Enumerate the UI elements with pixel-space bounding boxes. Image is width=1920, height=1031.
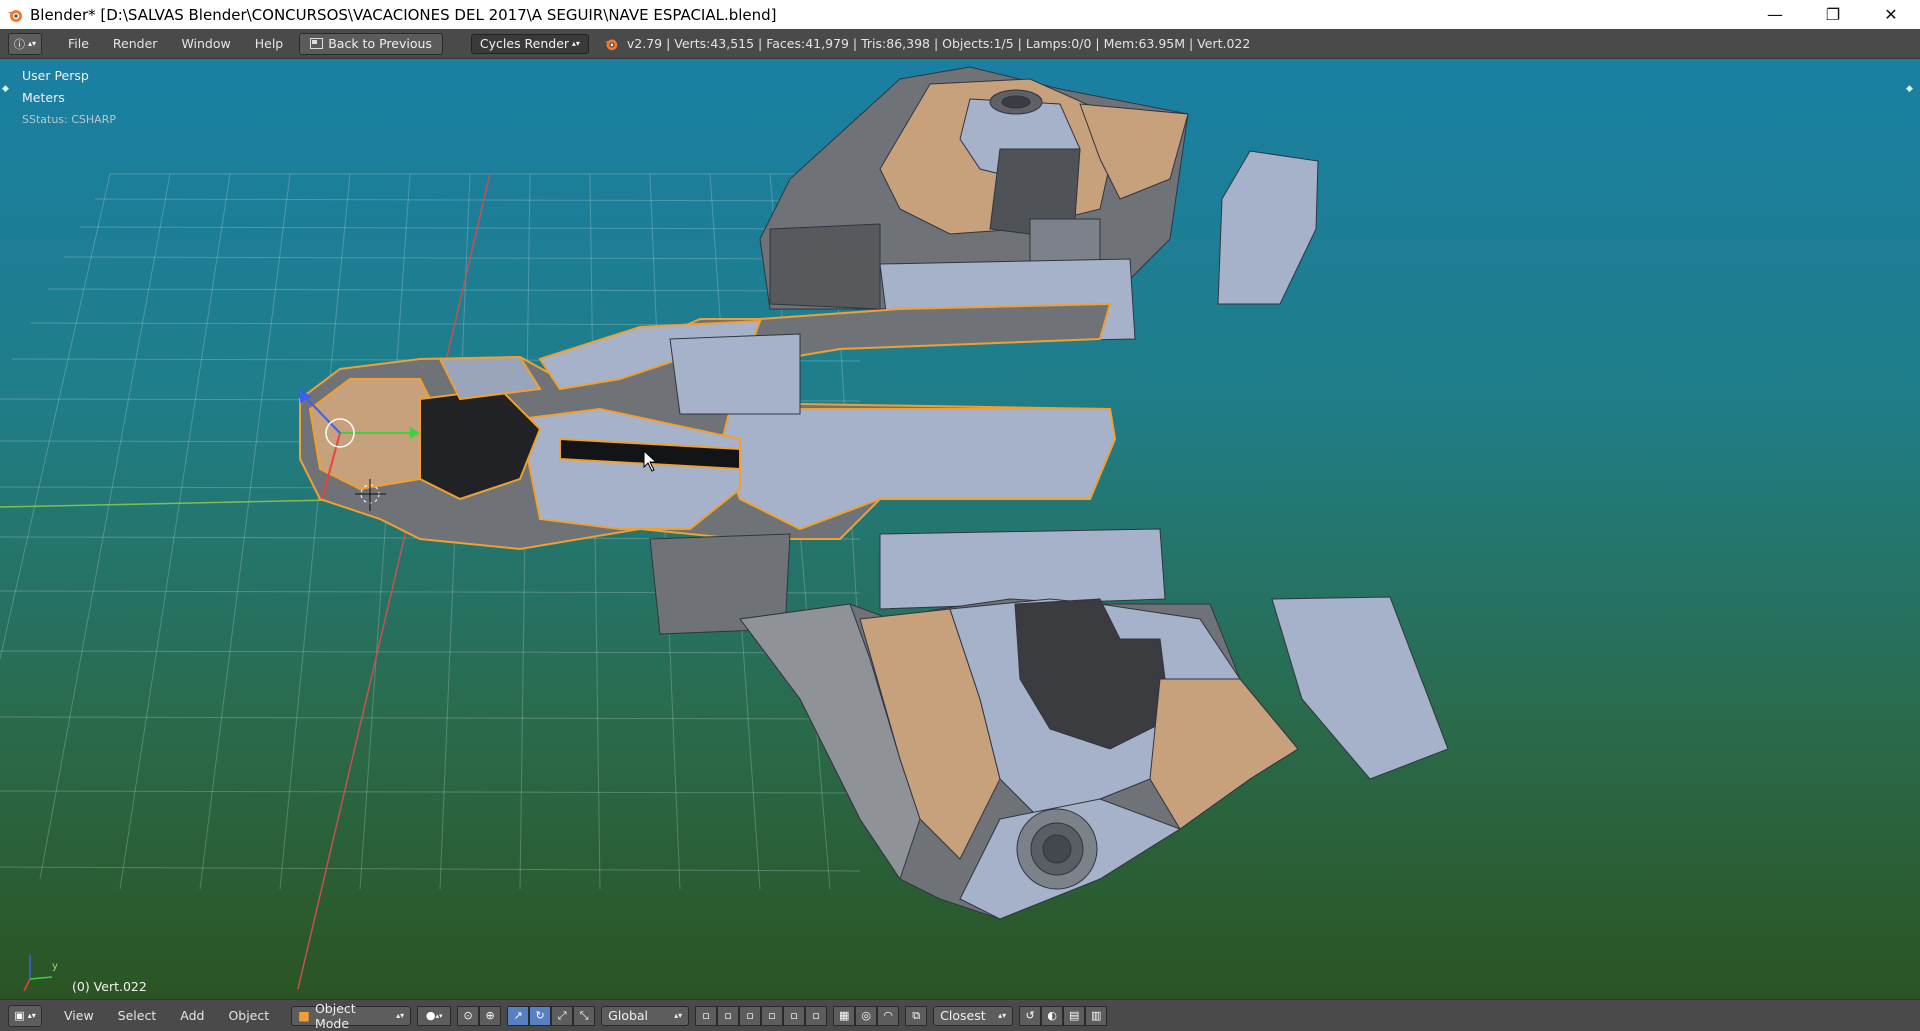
back-to-previous-button[interactable]: Back to Previous	[299, 32, 443, 55]
active-object-label: (0) Vert.022	[72, 979, 147, 994]
snap-toggle-icon[interactable]: ⧉	[905, 1005, 928, 1026]
lower-wing	[739, 528, 1449, 920]
y-axis-line	[297, 173, 491, 990]
proportional-edit-icon[interactable]: ◎	[855, 1005, 878, 1026]
fuselage-block	[669, 333, 801, 415]
layer-button[interactable]: ▫	[717, 1005, 740, 1026]
snap-align-rotation-icon[interactable]: ↺	[1019, 1005, 1042, 1026]
lock-camera-icon[interactable]: ▦	[833, 1005, 856, 1026]
back-to-previous-label: Back to Previous	[328, 36, 432, 51]
blender-logo-icon	[8, 9, 22, 22]
rotate-manipulator-icon[interactable]: ↻	[529, 1005, 552, 1026]
snap-target-dropdown[interactable]: Closest ▴▾	[933, 1005, 1014, 1026]
scene-render	[0, 66, 1449, 992]
info-icon: ⓘ	[13, 37, 25, 51]
menu-select[interactable]: Select	[106, 1008, 169, 1023]
3d-viewport[interactable]: User Persp Meters SStatus: CSHARP (0) Ve…	[0, 59, 1920, 999]
menu-window[interactable]: Window	[169, 36, 242, 51]
render-engine-dropdown[interactable]: Cycles Render ▴▾	[470, 33, 589, 54]
render-engine-value: Cycles Render	[479, 36, 570, 51]
layer-button[interactable]: ▫	[739, 1005, 762, 1026]
blender-logo-icon	[604, 39, 618, 50]
object-cube-icon: ■	[298, 1008, 310, 1023]
transform-orientation-dropdown[interactable]: Global ▴▾	[601, 1005, 690, 1026]
3d-view-icon: ▣	[14, 1009, 25, 1022]
transform-orientation-icon[interactable]: ⤡	[573, 1005, 596, 1026]
scale-manipulator-icon[interactable]: ⤢	[551, 1005, 574, 1026]
menu-add[interactable]: Add	[168, 1008, 216, 1023]
menu-help[interactable]: Help	[243, 36, 296, 51]
layer-button[interactable]: ▫	[695, 1005, 718, 1026]
close-icon[interactable]: ✕	[1862, 0, 1920, 29]
properties-toggle-icon[interactable]: ◆	[1906, 84, 1916, 94]
updown-arrows-icon: ▴▾	[571, 39, 580, 48]
restore-icon[interactable]: ❐	[1804, 0, 1862, 29]
pivot-point-icon[interactable]: ⊙	[457, 1005, 480, 1026]
viewport-header: ▣ ▴▾ View Select Add Object ■ Object Mod…	[0, 999, 1920, 1031]
axis-y-label: y	[52, 961, 58, 972]
snap-project-icon[interactable]: ◐	[1041, 1005, 1064, 1026]
toolshelf-toggle-icon[interactable]: ◆	[2, 84, 12, 94]
editor-type-selector[interactable]: ⓘ ▴▾	[8, 32, 42, 55]
manipulator-toggle-icon[interactable]: ⊕	[479, 1005, 502, 1026]
menu-render[interactable]: Render	[101, 36, 170, 51]
layer-button[interactable]: ▫	[805, 1005, 828, 1026]
status-label: SStatus: CSHARP	[22, 113, 116, 126]
layer-button[interactable]: ▫	[761, 1005, 784, 1026]
units-label: Meters	[22, 90, 65, 105]
solid-sphere-icon: ●	[425, 1009, 436, 1022]
window-title-bar: Blender* [D:\SALVAS Blender\CONCURSOS\VA…	[0, 0, 1920, 29]
render-icon[interactable]: ▤	[1063, 1005, 1086, 1026]
translate-manipulator-icon[interactable]: ↗	[507, 1005, 530, 1026]
screen-back-icon	[310, 38, 324, 49]
mode-value: Object Mode	[314, 1000, 356, 1031]
render-animation-icon[interactable]: ▥	[1085, 1005, 1108, 1026]
info-header: ⓘ ▴▾ File Render Window Help Back to Pre…	[0, 29, 1920, 59]
proportional-falloff-icon[interactable]: ◠	[877, 1005, 900, 1026]
window-title: Blender* [D:\SALVAS Blender\CONCURSOS\VA…	[30, 5, 777, 24]
interaction-mode-dropdown[interactable]: ■ Object Mode ▴▾	[291, 1001, 412, 1031]
orientation-value: Global	[608, 1008, 649, 1023]
menu-view[interactable]: View	[52, 1008, 106, 1023]
menu-file[interactable]: File	[56, 36, 101, 51]
upper-wing	[759, 66, 1319, 345]
scene-statistics: v2.79 | Verts:43,515 | Faces:41,979 | Tr…	[626, 36, 1251, 51]
snap-target-value: Closest	[940, 1008, 986, 1023]
view-axes-icon	[23, 955, 53, 992]
layer-button[interactable]: ▫	[783, 1005, 806, 1026]
menu-object[interactable]: Object	[216, 1008, 281, 1023]
viewport-shading-dropdown[interactable]: ● ▴▾	[417, 1005, 452, 1026]
view-name-label: User Persp	[22, 68, 89, 83]
editor-type-selector[interactable]: ▣ ▴▾	[8, 1004, 42, 1027]
minimize-icon[interactable]: —	[1746, 0, 1804, 29]
